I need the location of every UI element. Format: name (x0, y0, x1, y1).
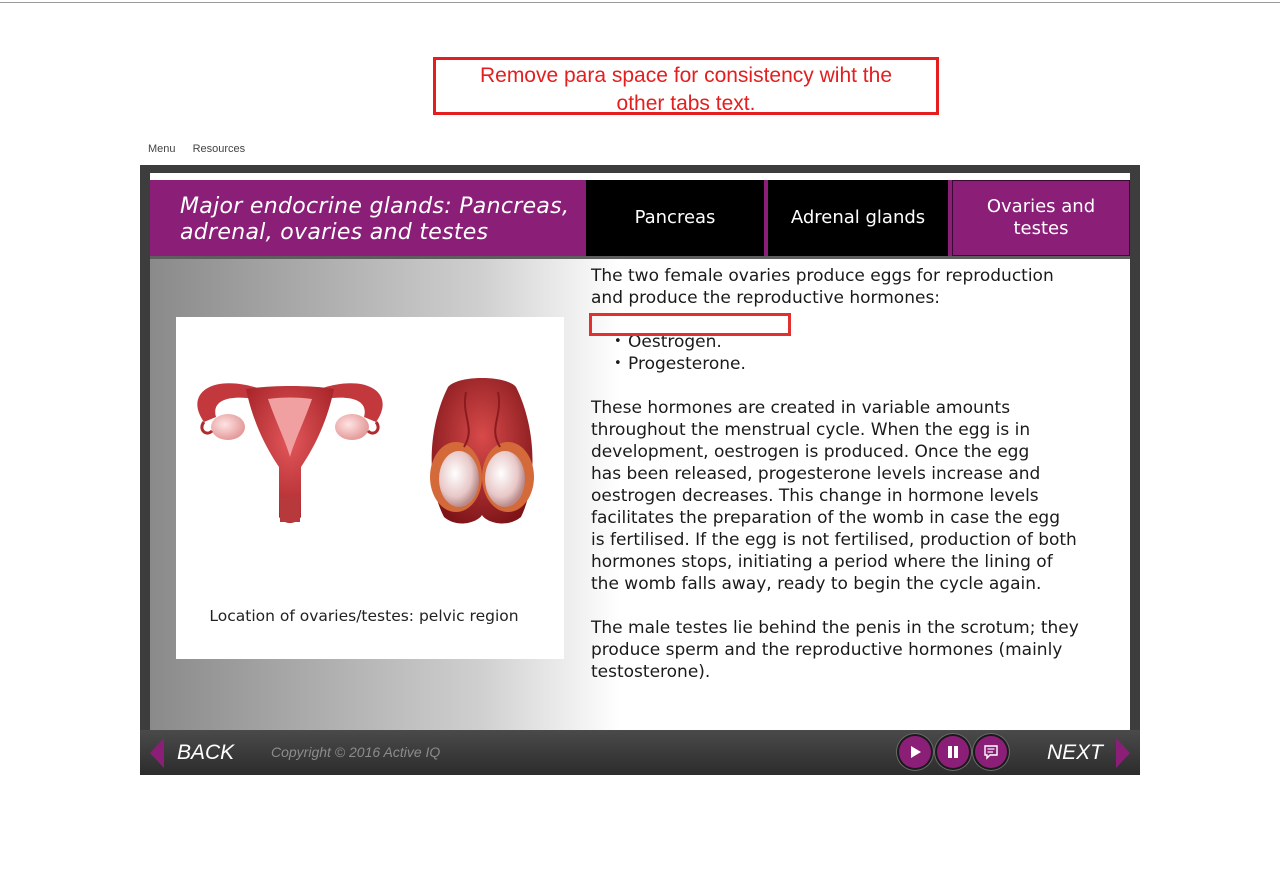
slide-title: Major endocrine glands: Pancreas, adrena… (180, 194, 590, 246)
para2-line: has been released, progesterone levels i… (591, 464, 1041, 484)
slide-title-line-2: adrenal, ovaries and testes (180, 220, 489, 245)
tab-ovaries-and-testes-label: Ovaries and testes (987, 196, 1095, 240)
review-annotation-box: Remove para space for consistency wiht t… (433, 57, 939, 115)
para2-line: development, oestrogen is produced. Once… (591, 442, 1030, 462)
para2-line: These hormones are created in variable a… (591, 398, 1011, 418)
para2-line: throughout the menstrual cycle. When the… (591, 420, 1031, 440)
next-button[interactable]: NEXT (1034, 738, 1130, 768)
resources-link[interactable]: Resources (193, 143, 246, 155)
tab-ovaries-label-line-1: Ovaries and (986, 196, 1096, 217)
top-nav: Menu Resources (148, 143, 259, 155)
speech-bubble-icon (984, 745, 998, 760)
list-item: Progesterone. (591, 353, 1111, 375)
slide-stage: Major endocrine glands: Pancreas, adrena… (150, 173, 1130, 730)
uterus-illustration (197, 383, 383, 523)
transcript-button[interactable] (975, 736, 1007, 768)
play-button[interactable] (899, 736, 931, 768)
annotation-line-2: other tabs text. (616, 92, 756, 115)
tab-pancreas[interactable]: Pancreas (586, 180, 764, 256)
hormone-list: Oestrogen. Progesterone. (591, 331, 1111, 375)
tab-adrenal-glands[interactable]: Adrenal glands (768, 180, 948, 256)
para3-line: testosterone). (591, 662, 711, 682)
paragraph-space (591, 375, 1111, 397)
tab-ovaries-and-testes[interactable]: Ovaries and testes (952, 180, 1130, 256)
top-border-line (0, 2, 1280, 3)
next-label: NEXT (1046, 741, 1103, 764)
para2-line: facilitates the preparation of the womb … (591, 508, 1061, 528)
testes-illustration (430, 378, 534, 524)
slide-header: Major endocrine glands: Pancreas, adrena… (150, 180, 1130, 256)
tab-adrenal-glands-label: Adrenal glands (790, 207, 926, 228)
course-player: Major endocrine glands: Pancreas, adrena… (140, 165, 1140, 775)
image-panel: Location of ovaries/testes: pelvic regio… (176, 317, 564, 659)
list-item-text: Progesterone. (628, 354, 746, 374)
pause-icon (948, 746, 958, 758)
para2-line: is fertilised. If the egg is not fertili… (591, 530, 1077, 550)
para3-line: The male testes lie behind the penis in … (591, 618, 1079, 638)
intro-line-2: and produce the reproductive hormones: (591, 288, 941, 308)
paragraph-space (591, 595, 1111, 617)
back-arrow-icon (150, 738, 164, 768)
para3-line: produce sperm and the reproductive hormo… (591, 640, 1063, 660)
annotation-line-1: Remove para space for consistency wiht t… (479, 64, 893, 87)
para2-line: oestrogen decreases. This change in horm… (591, 486, 1039, 506)
reproductive-organs-illustration (197, 378, 534, 524)
next-arrow-icon (1116, 738, 1130, 768)
slide-title-line-1: Major endocrine glands: Pancreas, (180, 194, 570, 219)
pause-button[interactable] (937, 736, 969, 768)
review-highlight-box (589, 313, 791, 336)
menu-link[interactable]: Menu (148, 143, 176, 155)
tab-pancreas-label: Pancreas (634, 207, 716, 228)
play-icon (911, 746, 921, 758)
back-button[interactable]: BACK (150, 738, 247, 768)
image-caption: Location of ovaries/testes: pelvic regio… (209, 607, 519, 625)
tab-ovaries-label-line-2: testes (1013, 218, 1069, 239)
intro-line-1: The two female ovaries produce eggs for … (591, 266, 1054, 286)
back-label: BACK (177, 741, 235, 764)
para2-line: the womb falls away, ready to begin the … (591, 574, 1042, 594)
copyright-text: Copyright © 2016 Active IQ (271, 744, 441, 760)
player-footer: BACK Copyright © 2016 Active IQ NEXT (140, 730, 1140, 775)
para2-line: hormones stops, initiating a period wher… (591, 552, 1053, 572)
